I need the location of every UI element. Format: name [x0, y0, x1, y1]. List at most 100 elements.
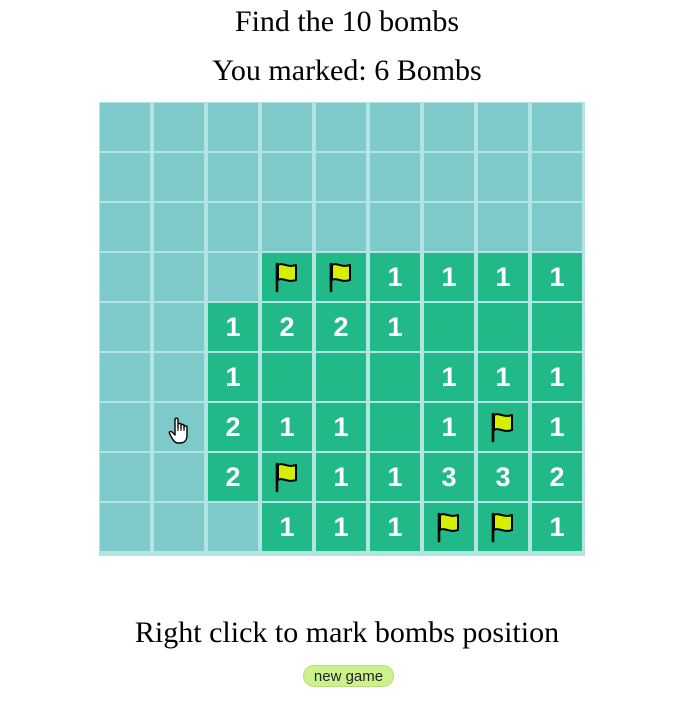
hidden-cell[interactable]	[370, 153, 420, 201]
flagged-cell[interactable]	[478, 503, 528, 551]
hidden-cell[interactable]	[424, 103, 474, 151]
hidden-cell[interactable]	[100, 253, 150, 301]
hidden-cell[interactable]	[100, 203, 150, 251]
number-cell[interactable]: 3	[424, 453, 474, 501]
number-cell[interactable]: 1	[370, 453, 420, 501]
number-cell[interactable]: 2	[208, 453, 258, 501]
hidden-cell[interactable]	[532, 153, 582, 201]
hidden-cell[interactable]	[478, 153, 528, 201]
hidden-cell[interactable]	[100, 503, 150, 551]
number-cell[interactable]: 1	[262, 503, 312, 551]
number-cell[interactable]: 1	[262, 403, 312, 451]
number-cell[interactable]: 3	[478, 453, 528, 501]
flagged-cell[interactable]	[262, 453, 312, 501]
empty-cell[interactable]	[370, 353, 420, 401]
number-cell[interactable]: 1	[316, 503, 366, 551]
number-cell[interactable]: 1	[424, 353, 474, 401]
cell-number: 1	[387, 511, 403, 542]
number-cell[interactable]: 1	[370, 503, 420, 551]
flagged-cell[interactable]	[478, 403, 528, 451]
cell-number: 2	[549, 461, 565, 492]
cell-number: 1	[387, 261, 403, 292]
cell-number: 1	[441, 261, 457, 292]
hidden-cell[interactable]	[154, 153, 204, 201]
hidden-cell[interactable]	[370, 103, 420, 151]
hidden-cell[interactable]	[478, 103, 528, 151]
flagged-cell[interactable]	[316, 253, 366, 301]
hidden-cell[interactable]	[208, 103, 258, 151]
new-game-button[interactable]: new game	[303, 665, 394, 687]
hidden-cell[interactable]	[532, 103, 582, 151]
number-cell[interactable]: 1	[316, 453, 366, 501]
cell-number: 1	[549, 411, 565, 442]
empty-cell[interactable]	[478, 303, 528, 351]
hidden-cell[interactable]	[424, 203, 474, 251]
number-cell[interactable]: 1	[478, 353, 528, 401]
hidden-cell[interactable]	[370, 203, 420, 251]
instructions-text: Right click to mark bombs position	[134, 616, 560, 649]
empty-cell[interactable]	[262, 353, 312, 401]
hidden-cell[interactable]	[154, 503, 204, 551]
number-cell[interactable]: 1	[208, 303, 258, 351]
number-cell[interactable]: 1	[424, 253, 474, 301]
hidden-cell[interactable]	[154, 453, 204, 501]
marked-count: You marked: 6 Bombs	[212, 54, 482, 87]
hidden-cell[interactable]	[100, 453, 150, 501]
number-cell[interactable]: 1	[208, 353, 258, 401]
hidden-cell[interactable]	[478, 203, 528, 251]
hidden-cell[interactable]	[208, 253, 258, 301]
hidden-cell[interactable]	[262, 153, 312, 201]
number-cell[interactable]: 2	[316, 303, 366, 351]
number-cell[interactable]: 1	[370, 253, 420, 301]
hidden-cell[interactable]	[262, 103, 312, 151]
flagged-cell[interactable]	[424, 503, 474, 551]
hidden-cell[interactable]	[208, 503, 258, 551]
hidden-cell[interactable]	[154, 303, 204, 351]
number-cell[interactable]: 1	[316, 403, 366, 451]
hidden-cell[interactable]	[262, 203, 312, 251]
number-cell[interactable]: 1	[532, 353, 582, 401]
hidden-cell[interactable]	[208, 203, 258, 251]
number-cell[interactable]: 1	[532, 403, 582, 451]
number-cell[interactable]: 2	[532, 453, 582, 501]
number-cell[interactable]: 1	[532, 253, 582, 301]
hidden-cell[interactable]	[154, 103, 204, 151]
cell-number: 3	[441, 461, 457, 492]
cell-number: 1	[225, 361, 241, 392]
number-cell[interactable]: 1	[424, 403, 474, 451]
hidden-cell[interactable]	[100, 353, 150, 401]
hidden-cell[interactable]	[100, 103, 150, 151]
hidden-cell[interactable]	[424, 153, 474, 201]
number-cell[interactable]: 1	[478, 253, 528, 301]
number-cell[interactable]: 1	[370, 303, 420, 351]
hidden-cell[interactable]	[100, 303, 150, 351]
hidden-cell[interactable]	[208, 153, 258, 201]
hidden-cell[interactable]	[154, 203, 204, 251]
cell-number: 1	[549, 261, 565, 292]
empty-cell[interactable]	[316, 353, 366, 401]
cell-number: 2	[279, 311, 295, 342]
hidden-cell[interactable]	[100, 153, 150, 201]
flagged-cell[interactable]	[262, 253, 312, 301]
cell-number: 1	[387, 461, 403, 492]
hidden-cell[interactable]	[316, 203, 366, 251]
hidden-cell[interactable]	[316, 153, 366, 201]
cell-number: 1	[279, 411, 295, 442]
number-cell[interactable]: 2	[262, 303, 312, 351]
flag-icon	[488, 411, 518, 443]
number-cell[interactable]: 2	[208, 403, 258, 451]
hidden-cell[interactable]	[100, 403, 150, 451]
hidden-cell[interactable]	[154, 353, 204, 401]
flag-icon	[434, 511, 464, 543]
cell-number: 1	[225, 311, 241, 342]
cell-number: 3	[495, 461, 511, 492]
number-cell[interactable]: 1	[532, 503, 582, 551]
empty-cell[interactable]	[424, 303, 474, 351]
empty-cell[interactable]	[370, 403, 420, 451]
hidden-cell[interactable]	[154, 253, 204, 301]
hidden-cell[interactable]	[316, 103, 366, 151]
empty-cell[interactable]	[532, 303, 582, 351]
hidden-cell[interactable]	[154, 403, 204, 451]
game-title: Find the 10 bombs	[234, 5, 460, 38]
hidden-cell[interactable]	[532, 203, 582, 251]
